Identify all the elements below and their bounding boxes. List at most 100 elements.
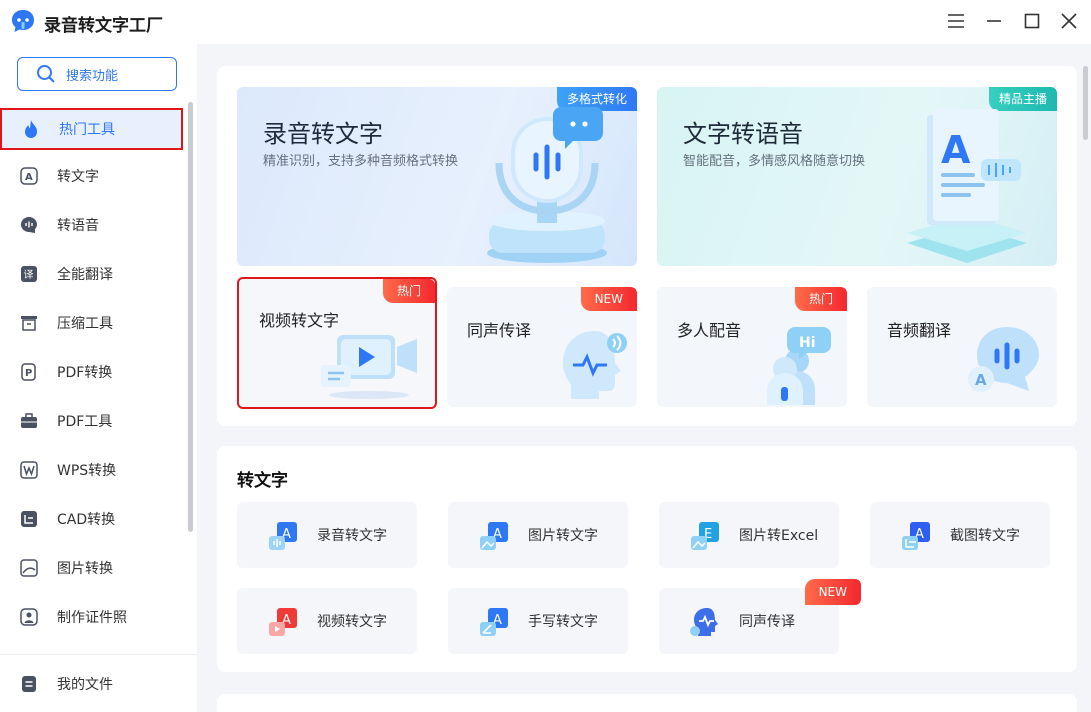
hot-tools-panel: 录音转文字 精准识别，支持多种音频格式转换 多格式转化 文字转语音 智能配音，多… — [217, 66, 1077, 426]
sidebar-item-pdf-tools[interactable]: PDF工具 — [0, 400, 183, 442]
tool-label: 录音转文字 — [317, 528, 387, 544]
sidebar-item-my-files[interactable]: 我的文件 — [0, 663, 183, 705]
app-logo-icon — [12, 10, 34, 32]
people-hi-illustration-icon: Hi — [767, 327, 831, 405]
tool-label: 截图转文字 — [950, 528, 1020, 544]
main-content: 录音转文字 精准识别，支持多种音频格式转换 多格式转化 文字转语音 智能配音，多… — [197, 44, 1091, 712]
tool-audio-to-text[interactable]: A 录音转文字 — [237, 502, 417, 568]
tool-label: 视频转文字 — [317, 614, 387, 630]
sidebar-item-label: 转语音 — [57, 218, 99, 234]
tool-image-to-text[interactable]: A 图片转文字 — [448, 502, 628, 568]
sidebar: 搜索功能 热门工具 A 转文字 转语音 译 全能翻译 压缩工具 P PDF转换 … — [0, 44, 197, 712]
file-icon — [20, 675, 38, 693]
tool-simultaneous-interpretation[interactable]: 同声传译 NEW — [659, 579, 861, 654]
sidebar-item-cad-convert[interactable]: CAD转换 — [0, 498, 183, 540]
card-title: 同声传译 — [467, 321, 532, 340]
speech-translate-illustration-icon: A — [968, 327, 1039, 392]
card-subtitle: 智能配音，多情感风格随意切换 — [683, 154, 866, 169]
interpretation-icon — [689, 606, 719, 636]
card-multi-voice-dubbing[interactable]: 多人配音 热门 Hi — [657, 287, 847, 407]
sidebar-item-wps-convert[interactable]: WPS转换 — [0, 449, 183, 491]
minimize-button[interactable] — [983, 10, 1005, 32]
card-badge-hot: 热门 — [794, 287, 847, 311]
sidebar-scrollbar[interactable] — [188, 102, 193, 532]
tool-label: 图片转Excel — [739, 528, 819, 544]
sidebar-item-compress[interactable]: 压缩工具 — [0, 302, 183, 344]
sidebar-item-label: 热门工具 — [59, 122, 115, 138]
tool-label: 同声传译 — [739, 614, 795, 630]
sidebar-item-to-text[interactable]: A 转文字 — [0, 155, 183, 197]
close-icon — [1061, 13, 1077, 29]
section-to-text: 转文字 A 录音转文字 A 图片转文字 E 图片转Excel A 截图转文字 A… — [217, 446, 1077, 672]
video-to-text-icon: A — [267, 606, 297, 636]
image-icon — [20, 559, 38, 577]
next-section-panel — [217, 694, 1077, 712]
sidebar-item-to-speech[interactable]: 转语音 — [0, 204, 183, 246]
section-title: 转文字 — [237, 471, 288, 491]
tool-video-to-text[interactable]: A 视频转文字 — [237, 588, 417, 654]
tool-label: 手写转文字 — [528, 614, 598, 630]
svg-text:A: A — [941, 128, 971, 172]
cad-icon — [20, 510, 38, 528]
maximize-icon — [1024, 13, 1040, 29]
sidebar-item-hot-tools[interactable]: 热门工具 — [0, 108, 183, 150]
image-to-text-icon: A — [478, 520, 508, 550]
search-button[interactable]: 搜索功能 — [17, 57, 177, 91]
search-label: 搜索功能 — [66, 68, 119, 84]
search-icon — [37, 65, 55, 83]
head-wave-illustration-icon — [563, 331, 627, 399]
close-button[interactable] — [1058, 10, 1080, 32]
sidebar-item-label: PDF工具 — [57, 414, 113, 430]
document-speech-illustration-icon: A — [907, 109, 1027, 263]
microphone-illustration-icon — [487, 107, 607, 263]
card-title: 多人配音 — [677, 321, 742, 340]
menu-button[interactable] — [945, 10, 967, 32]
wps-icon — [20, 461, 38, 479]
tool-image-to-excel[interactable]: E 图片转Excel — [659, 502, 839, 568]
sidebar-item-label: 全能翻译 — [57, 267, 113, 283]
tool-label: 图片转文字 — [528, 528, 598, 544]
audio-to-text-icon: A — [267, 520, 297, 550]
sidebar-item-translate[interactable]: 译 全能翻译 — [0, 253, 183, 295]
main-scrollbar[interactable] — [1083, 66, 1088, 140]
tool-screenshot-to-text[interactable]: A 截图转文字 — [870, 502, 1050, 568]
app-title: 录音转文字工厂 — [44, 16, 163, 36]
card-title: 音频翻译 — [887, 321, 952, 340]
maximize-button[interactable] — [1021, 10, 1043, 32]
svg-text:Hi: Hi — [799, 335, 816, 351]
svg-text:译: 译 — [24, 269, 34, 281]
svg-text:A: A — [25, 172, 33, 183]
translate-icon: 译 — [20, 265, 38, 283]
card-title: 视频转文字 — [259, 311, 340, 330]
tool-badge-new: NEW — [804, 579, 861, 605]
card-audio-to-text[interactable]: 录音转文字 精准识别，支持多种音频格式转换 多格式转化 — [237, 87, 637, 266]
id-photo-icon — [20, 608, 38, 626]
sidebar-item-label: WPS转换 — [57, 463, 117, 479]
menu-icon — [948, 14, 964, 28]
sidebar-item-image-convert[interactable]: 图片转换 — [0, 547, 183, 589]
sidebar-footer: 我的文件 — [0, 654, 197, 712]
sidebar-item-label: 制作证件照 — [57, 610, 127, 626]
sidebar-item-label: CAD转换 — [57, 512, 116, 528]
sidebar-item-label: 图片转换 — [57, 561, 113, 577]
card-audio-translation[interactable]: 音频翻译 A — [867, 287, 1057, 407]
compress-icon — [20, 314, 38, 332]
flame-icon — [22, 120, 40, 138]
card-simultaneous-interpretation[interactable]: 同声传译 NEW — [447, 287, 637, 407]
sidebar-item-label: 转文字 — [57, 169, 99, 185]
card-text-to-speech[interactable]: 文字转语音 智能配音，多情感风格随意切换 精品主播 A — [657, 87, 1057, 266]
screenshot-to-text-icon: A — [900, 520, 930, 550]
sidebar-item-id-photo[interactable]: 制作证件照 — [0, 596, 183, 638]
card-video-to-text[interactable]: 视频转文字 热门 — [237, 277, 437, 409]
card-title: 文字转语音 — [683, 120, 803, 148]
sidebar-item-label: PDF转换 — [57, 365, 113, 381]
sidebar-item-pdf-convert[interactable]: P PDF转换 — [0, 351, 183, 393]
sidebar-item-label: 我的文件 — [57, 677, 113, 693]
card-subtitle: 精准识别，支持多种音频格式转换 — [263, 154, 459, 169]
text-a-icon: A — [20, 167, 38, 185]
voice-icon — [20, 216, 38, 234]
minimize-icon — [987, 20, 1001, 22]
tool-handwriting-to-text[interactable]: A 手写转文字 — [448, 588, 628, 654]
handwriting-to-text-icon: A — [478, 606, 508, 636]
video-camera-illustration-icon — [321, 335, 417, 399]
